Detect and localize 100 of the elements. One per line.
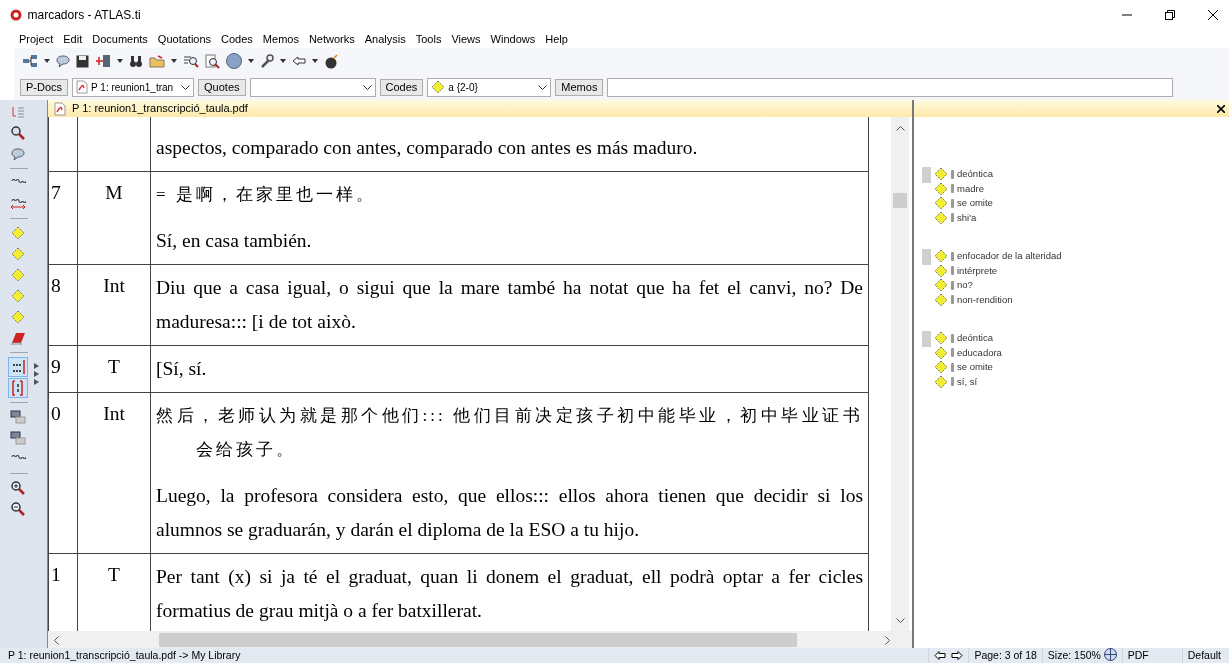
code-icon	[11, 247, 25, 261]
margin-code[interactable]: educadora	[934, 345, 1002, 360]
speech-bubble-icon[interactable]	[56, 54, 70, 68]
bomb-icon[interactable]	[324, 53, 339, 69]
scroll-left-icon[interactable]	[53, 635, 59, 645]
scroll-right-icon[interactable]	[885, 635, 890, 645]
tick-icon	[951, 198, 954, 208]
menu-item[interactable]: Project	[14, 30, 59, 48]
network-icon[interactable]	[22, 54, 38, 68]
chevron-down-icon	[181, 85, 191, 91]
code-icon	[934, 345, 948, 360]
code-icon	[431, 80, 446, 94]
format-label: PDF	[1121, 648, 1182, 663]
transcript-text: Per tant (x) si ja té el graduat, quan li donem el graduat, ell podrà optar a fer cicles formatius de grau mitjà o a fer batxillerat.	[155, 565, 864, 623]
save-icon[interactable]	[76, 54, 89, 68]
tick-icon	[951, 348, 954, 358]
margin-code[interactable]: se omite	[934, 196, 993, 211]
document-tab-title[interactable]: P 1: reunion1_transcripció_taula.pdf	[72, 100, 248, 117]
code-icon	[934, 181, 948, 196]
close-icon[interactable]	[1216, 105, 1225, 114]
folder-icon[interactable]	[149, 54, 165, 68]
menu-item[interactable]: Analysis	[359, 30, 411, 48]
left-arrow-icon[interactable]	[292, 56, 306, 66]
code-icon	[934, 278, 948, 293]
margin-code[interactable]: deóntica	[934, 331, 1002, 346]
panel-icon	[10, 410, 26, 424]
toolbar-label-button[interactable]: Quotes	[198, 78, 246, 96]
tool-button[interactable]	[8, 357, 28, 377]
disc-icon[interactable]	[226, 53, 242, 69]
caret-icon[interactable]	[280, 59, 286, 63]
tick-icon	[951, 266, 954, 276]
row-number: 8	[51, 275, 61, 296]
caret-icon[interactable]	[117, 59, 123, 63]
menu-item[interactable]: Views	[446, 30, 486, 48]
code-dropdown[interactable]: a {2-0}	[427, 77, 552, 97]
wrench-icon[interactable]	[260, 54, 274, 68]
menu-item[interactable]: Quotations	[152, 30, 217, 48]
close-icon[interactable]	[1208, 10, 1218, 20]
search-document-icon[interactable]	[205, 53, 220, 69]
menu-item[interactable]: Windows	[485, 30, 541, 48]
caret-icon[interactable]	[44, 59, 50, 63]
code-icon	[11, 226, 25, 240]
restore-icon[interactable]	[1165, 10, 1175, 20]
menu-item[interactable]: Networks	[303, 30, 360, 48]
caret-icon[interactable]	[248, 59, 254, 63]
scrollbar-thumb[interactable]	[893, 193, 907, 209]
menu-item[interactable]: Tools	[410, 30, 447, 48]
list-icon	[11, 105, 25, 119]
document-dropdown[interactable]: P 1: reunion1_tran	[72, 77, 195, 97]
toolbar-label-button[interactable]: Codes	[379, 78, 424, 96]
margin-code[interactable]: sí, sí	[934, 374, 1002, 389]
margin-code[interactable]: no?	[934, 278, 1062, 293]
margin-code[interactable]: se omite	[934, 360, 1002, 375]
search-icon	[11, 126, 25, 140]
binoculars-icon[interactable]	[129, 54, 143, 68]
chevron-down-icon	[362, 85, 372, 91]
menu-item[interactable]: Codes	[216, 30, 258, 48]
transcript-text: aspectos, comparado con antes, comparado con antes es más maduro.	[155, 136, 699, 160]
margin-bar	[922, 167, 931, 183]
mode-label: Default	[1181, 648, 1229, 663]
left-arrow-icon[interactable]	[933, 651, 946, 660]
toolbar-label-button[interactable]: P-Docs	[20, 78, 69, 96]
menu-item[interactable]: Help	[540, 30, 573, 48]
code-icon	[934, 360, 948, 375]
right-arrow-icon[interactable]	[951, 651, 964, 660]
margin-code[interactable]: non-rendition	[934, 292, 1062, 307]
speaker-label: T	[108, 564, 120, 585]
expand-arrows-icon[interactable]	[34, 363, 39, 385]
tick-icon	[951, 251, 954, 261]
margin-code[interactable]: madre	[934, 181, 993, 196]
globe-icon[interactable]	[1103, 648, 1117, 661]
code-icon	[934, 196, 948, 211]
caret-icon[interactable]	[171, 59, 177, 63]
transcript-text: = 是啊，在家里也一样。	[155, 184, 377, 206]
tool-button[interactable]	[8, 407, 28, 427]
bracket-icon	[10, 380, 26, 396]
transcript-text: [Sí, sí.	[155, 357, 208, 381]
code-icon	[934, 292, 948, 307]
margin-code[interactable]: shi'a	[934, 210, 993, 225]
margin-code[interactable]: enfocador de la alteridad	[934, 249, 1062, 264]
toolbar-label-button[interactable]: Memos	[555, 78, 604, 96]
menu-item[interactable]: Memos	[257, 30, 304, 48]
scrollbar-thumb[interactable]	[159, 632, 797, 647]
menu-item[interactable]: Edit	[58, 30, 88, 48]
scroll-down-icon[interactable]	[895, 618, 905, 624]
margin-code[interactable]: intérprete	[934, 263, 1062, 278]
speaker-label: M	[105, 182, 123, 203]
tick-icon	[951, 295, 954, 305]
code-icon	[11, 310, 25, 324]
zoom-out-icon	[11, 502, 25, 516]
caret-icon[interactable]	[312, 59, 318, 63]
speaker-label: Int	[103, 275, 125, 296]
scroll-up-icon[interactable]	[895, 126, 905, 132]
margin-code[interactable]: deóntica	[934, 167, 993, 182]
tool-button[interactable]	[8, 428, 28, 448]
code-icon	[934, 167, 948, 182]
tool-button[interactable]	[8, 378, 28, 398]
menu-item[interactable]: Documents	[87, 30, 153, 48]
memo-field[interactable]	[607, 77, 1174, 97]
search-list-icon[interactable]	[183, 54, 199, 68]
